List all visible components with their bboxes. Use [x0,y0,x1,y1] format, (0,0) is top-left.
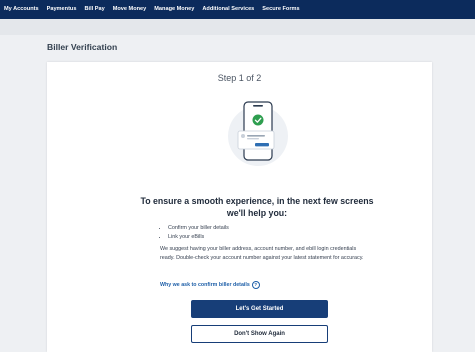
step-indicator: Step 1 of 2 [217,73,262,83]
nav-secure-forms[interactable]: Secure Forms [258,0,303,19]
lets-get-started-button[interactable]: Let's Get Started [191,300,328,318]
nav-my-accounts[interactable]: My Accounts [0,0,43,19]
nav-move-money[interactable]: Move Money [109,0,151,19]
page-title: Biller Verification [47,42,118,52]
nav-manage-money[interactable]: Manage Money [150,0,198,19]
list-item: Link your eBills [168,233,229,242]
dont-show-again-button[interactable]: Don't Show Again [191,325,328,343]
why-confirm-link[interactable]: Why we ask to confirm biller details ? [160,281,260,289]
nav-additional-services[interactable]: Additional Services [198,0,258,19]
why-confirm-link-label[interactable]: Why we ask to confirm biller details [160,282,250,288]
nav-paymentus[interactable]: Paymentus [43,0,81,19]
top-navigation: My Accounts Paymentus Bill Pay Move Mone… [0,0,475,19]
nav-bill-pay[interactable]: Bill Pay [80,0,108,19]
sub-header-bar [0,19,475,35]
phone-checkmark-illustration [228,101,288,166]
list-item: Confirm your biller details [168,224,229,233]
steps-list: Confirm your biller details Link your eB… [160,224,229,241]
intro-heading: To ensure a smooth experience, in the ne… [140,196,374,218]
verification-card: Step 1 of 2 To ensure a smooth experienc… [47,62,432,352]
question-circle-icon[interactable]: ? [251,281,260,289]
instructions-paragraph: We suggest having your biller address, a… [160,246,364,261]
